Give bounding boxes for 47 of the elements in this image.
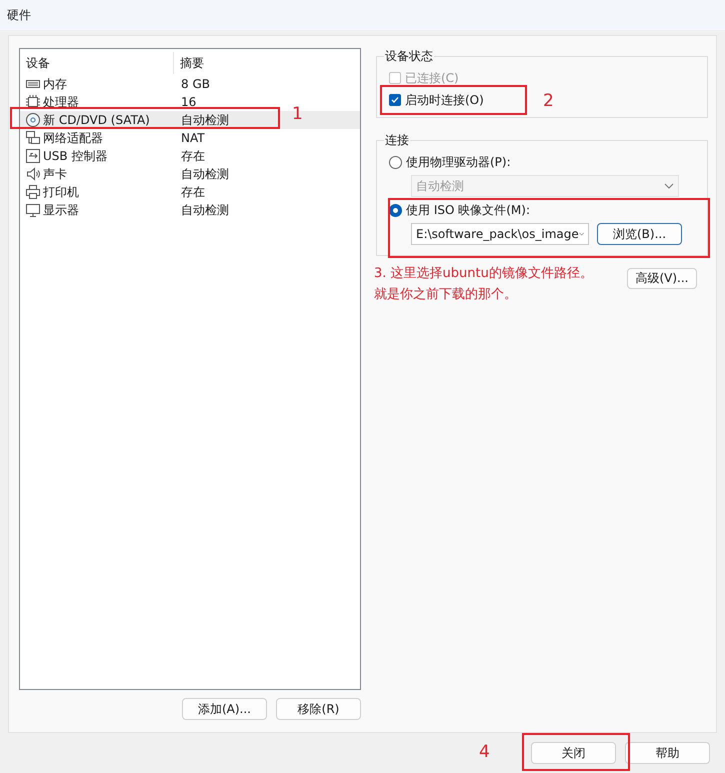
printer-icon (25, 184, 41, 200)
device-name[interactable]: 显示器 (43, 202, 79, 218)
radio-button[interactable] (389, 156, 402, 168)
device-name[interactable]: 内存 (43, 76, 67, 92)
device-name[interactable]: 网络适配器 (43, 130, 103, 146)
dropdown[interactable]: E:\software_pack\os_image (411, 223, 589, 245)
list-button[interactable]: 移除(R) (276, 698, 361, 720)
group-title: 连接 (384, 132, 410, 149)
dialog-button[interactable]: 关闭 (531, 742, 616, 764)
annotation-note: 3. 这里选择ubuntu的镜像文件路径。 (374, 265, 593, 283)
list-button[interactable]: 添加(A)... (182, 698, 267, 720)
network-icon (25, 130, 41, 146)
caret-icon (664, 183, 674, 189)
radio-label[interactable]: 使用 ISO 映像文件(M): (406, 202, 530, 218)
device-summary: 自动检测 (180, 166, 229, 182)
dialog-button[interactable]: 帮助 (625, 742, 710, 764)
column-header[interactable]: 设备 (20, 52, 174, 74)
device-name[interactable]: 处理器 (43, 94, 79, 110)
annotation-note: 就是你之前下载的那个。 (374, 286, 517, 304)
advanced-button[interactable]: 高级(V)... (627, 268, 697, 289)
device-name[interactable]: 打印机 (43, 184, 79, 200)
display-icon (25, 202, 41, 218)
annotation-number: 2 (543, 91, 554, 111)
cd-icon (25, 112, 41, 128)
device-summary: 存在 (180, 148, 205, 164)
sound-icon (25, 166, 41, 182)
cpu-icon (25, 94, 41, 110)
browse-button[interactable]: 浏览(B)... (597, 223, 682, 245)
annotation-number: 4 (479, 742, 490, 762)
device-name[interactable]: USB 控制器 (43, 148, 108, 164)
checkbox-label[interactable]: 启动时连接(O) (405, 92, 484, 108)
checkbox[interactable] (389, 94, 401, 106)
usb-icon (25, 148, 41, 164)
device-summary: 存在 (180, 184, 205, 200)
device-summary: 16 (180, 95, 196, 109)
device-summary: NAT (180, 131, 205, 145)
device-name[interactable]: 新 CD/DVD (SATA) (43, 112, 150, 128)
column-header[interactable]: 摘要 (174, 54, 204, 72)
caret-icon (578, 231, 584, 237)
device-summary: 自动检测 (180, 202, 229, 218)
radio-button[interactable] (389, 204, 402, 216)
radio-label[interactable]: 使用物理驱动器(P): (406, 154, 511, 170)
window-title: 硬件 (7, 6, 31, 24)
group-title: 设备状态 (384, 48, 434, 65)
device-summary: 自动检测 (180, 112, 229, 128)
device-summary: 8 GB (180, 77, 210, 91)
device-name[interactable]: 声卡 (43, 166, 67, 182)
